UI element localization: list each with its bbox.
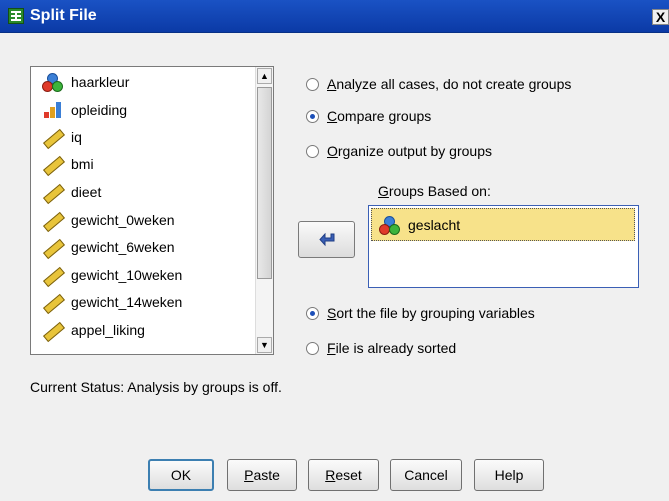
radio-label: Organize output by groups <box>327 143 492 159</box>
scroll-down-icon[interactable]: ▼ <box>257 337 272 353</box>
variable-name: haarkleur <box>71 74 130 90</box>
ordinal-icon <box>41 101 65 119</box>
radio-sort-file[interactable]: Sort the file by grouping variables <box>306 305 535 321</box>
status-text: Current Status: Analysis by groups is of… <box>30 379 282 395</box>
variable-name: gewicht_14weken <box>71 294 183 310</box>
scroll-up-icon[interactable]: ▲ <box>257 68 272 84</box>
list-item[interactable]: appel_liking <box>41 319 145 343</box>
radio-already-sorted[interactable]: File is already sorted <box>306 340 456 356</box>
window-title: Split File <box>30 7 97 24</box>
variable-name: bmi <box>71 156 94 172</box>
close-button[interactable]: X <box>652 9 669 25</box>
scale-icon <box>41 293 65 315</box>
variable-name: geslacht <box>408 216 461 233</box>
groups-based-on-label: Groups Based on: <box>378 183 491 199</box>
scroll-thumb[interactable] <box>257 87 272 279</box>
scale-icon <box>41 321 65 343</box>
groups-based-on-list[interactable]: geslacht <box>368 205 639 288</box>
scale-icon <box>41 155 65 177</box>
variable-name: gewicht_6weken <box>71 239 175 255</box>
variable-name: appel_liking <box>71 322 145 338</box>
radio-organize-output[interactable]: Organize output by groups <box>306 143 492 159</box>
help-button[interactable]: Help <box>474 459 544 491</box>
list-item[interactable]: geslacht <box>371 208 635 241</box>
list-item[interactable]: opleiding <box>41 99 127 121</box>
scale-icon <box>41 266 65 288</box>
scale-icon <box>41 128 65 150</box>
list-item[interactable]: haarkleur <box>41 71 129 93</box>
variable-name: gewicht_10weken <box>71 267 183 283</box>
list-item[interactable]: gewicht_0weken <box>41 209 175 233</box>
arrow-left-icon <box>319 233 335 247</box>
list-item[interactable]: bmi <box>41 153 94 177</box>
reset-button[interactable]: Reset <box>308 459 379 491</box>
move-variable-button[interactable] <box>298 221 355 258</box>
scale-icon <box>41 183 65 205</box>
radio-label: File is already sorted <box>327 340 457 356</box>
radio-circle[interactable] <box>306 341 319 355</box>
paste-button[interactable]: Paste <box>227 459 297 491</box>
nominal-icon <box>378 215 402 235</box>
vertical-scrollbar[interactable]: ▲ ▼ <box>255 67 273 354</box>
radio-circle[interactable] <box>306 77 319 91</box>
variable-name: gewicht_0weken <box>71 212 175 228</box>
radio-circle[interactable] <box>306 109 319 123</box>
radio-analyze-all[interactable]: Analyze all cases, do not create groups <box>306 76 571 92</box>
radio-circle[interactable] <box>306 144 319 158</box>
variable-name: opleiding <box>71 102 128 118</box>
title-bar: Split File X <box>0 0 669 33</box>
variable-name: dieet <box>71 184 102 200</box>
nominal-icon <box>41 73 65 92</box>
split-file-icon <box>8 8 24 24</box>
list-item[interactable]: iq <box>41 126 82 150</box>
radio-label: Compare groups <box>327 108 432 124</box>
radio-label: Sort the file by grouping variables <box>327 305 535 321</box>
scale-icon <box>41 211 65 233</box>
cancel-button[interactable]: Cancel <box>390 459 462 491</box>
list-item[interactable]: gewicht_10weken <box>41 264 183 288</box>
variable-name: iq <box>71 129 82 145</box>
variable-list[interactable]: haarkleur opleiding iq bmi dieet gewicht… <box>30 66 274 355</box>
ok-button[interactable]: OK <box>148 459 214 491</box>
list-item[interactable]: gewicht_14weken <box>41 291 183 315</box>
list-item[interactable]: dieet <box>41 181 102 205</box>
radio-compare-groups[interactable]: Compare groups <box>306 108 431 124</box>
radio-circle[interactable] <box>306 306 319 320</box>
radio-label: Analyze all cases, do not create groups <box>327 76 572 92</box>
scale-icon <box>41 238 65 260</box>
list-item[interactable]: gewicht_6weken <box>41 236 175 260</box>
